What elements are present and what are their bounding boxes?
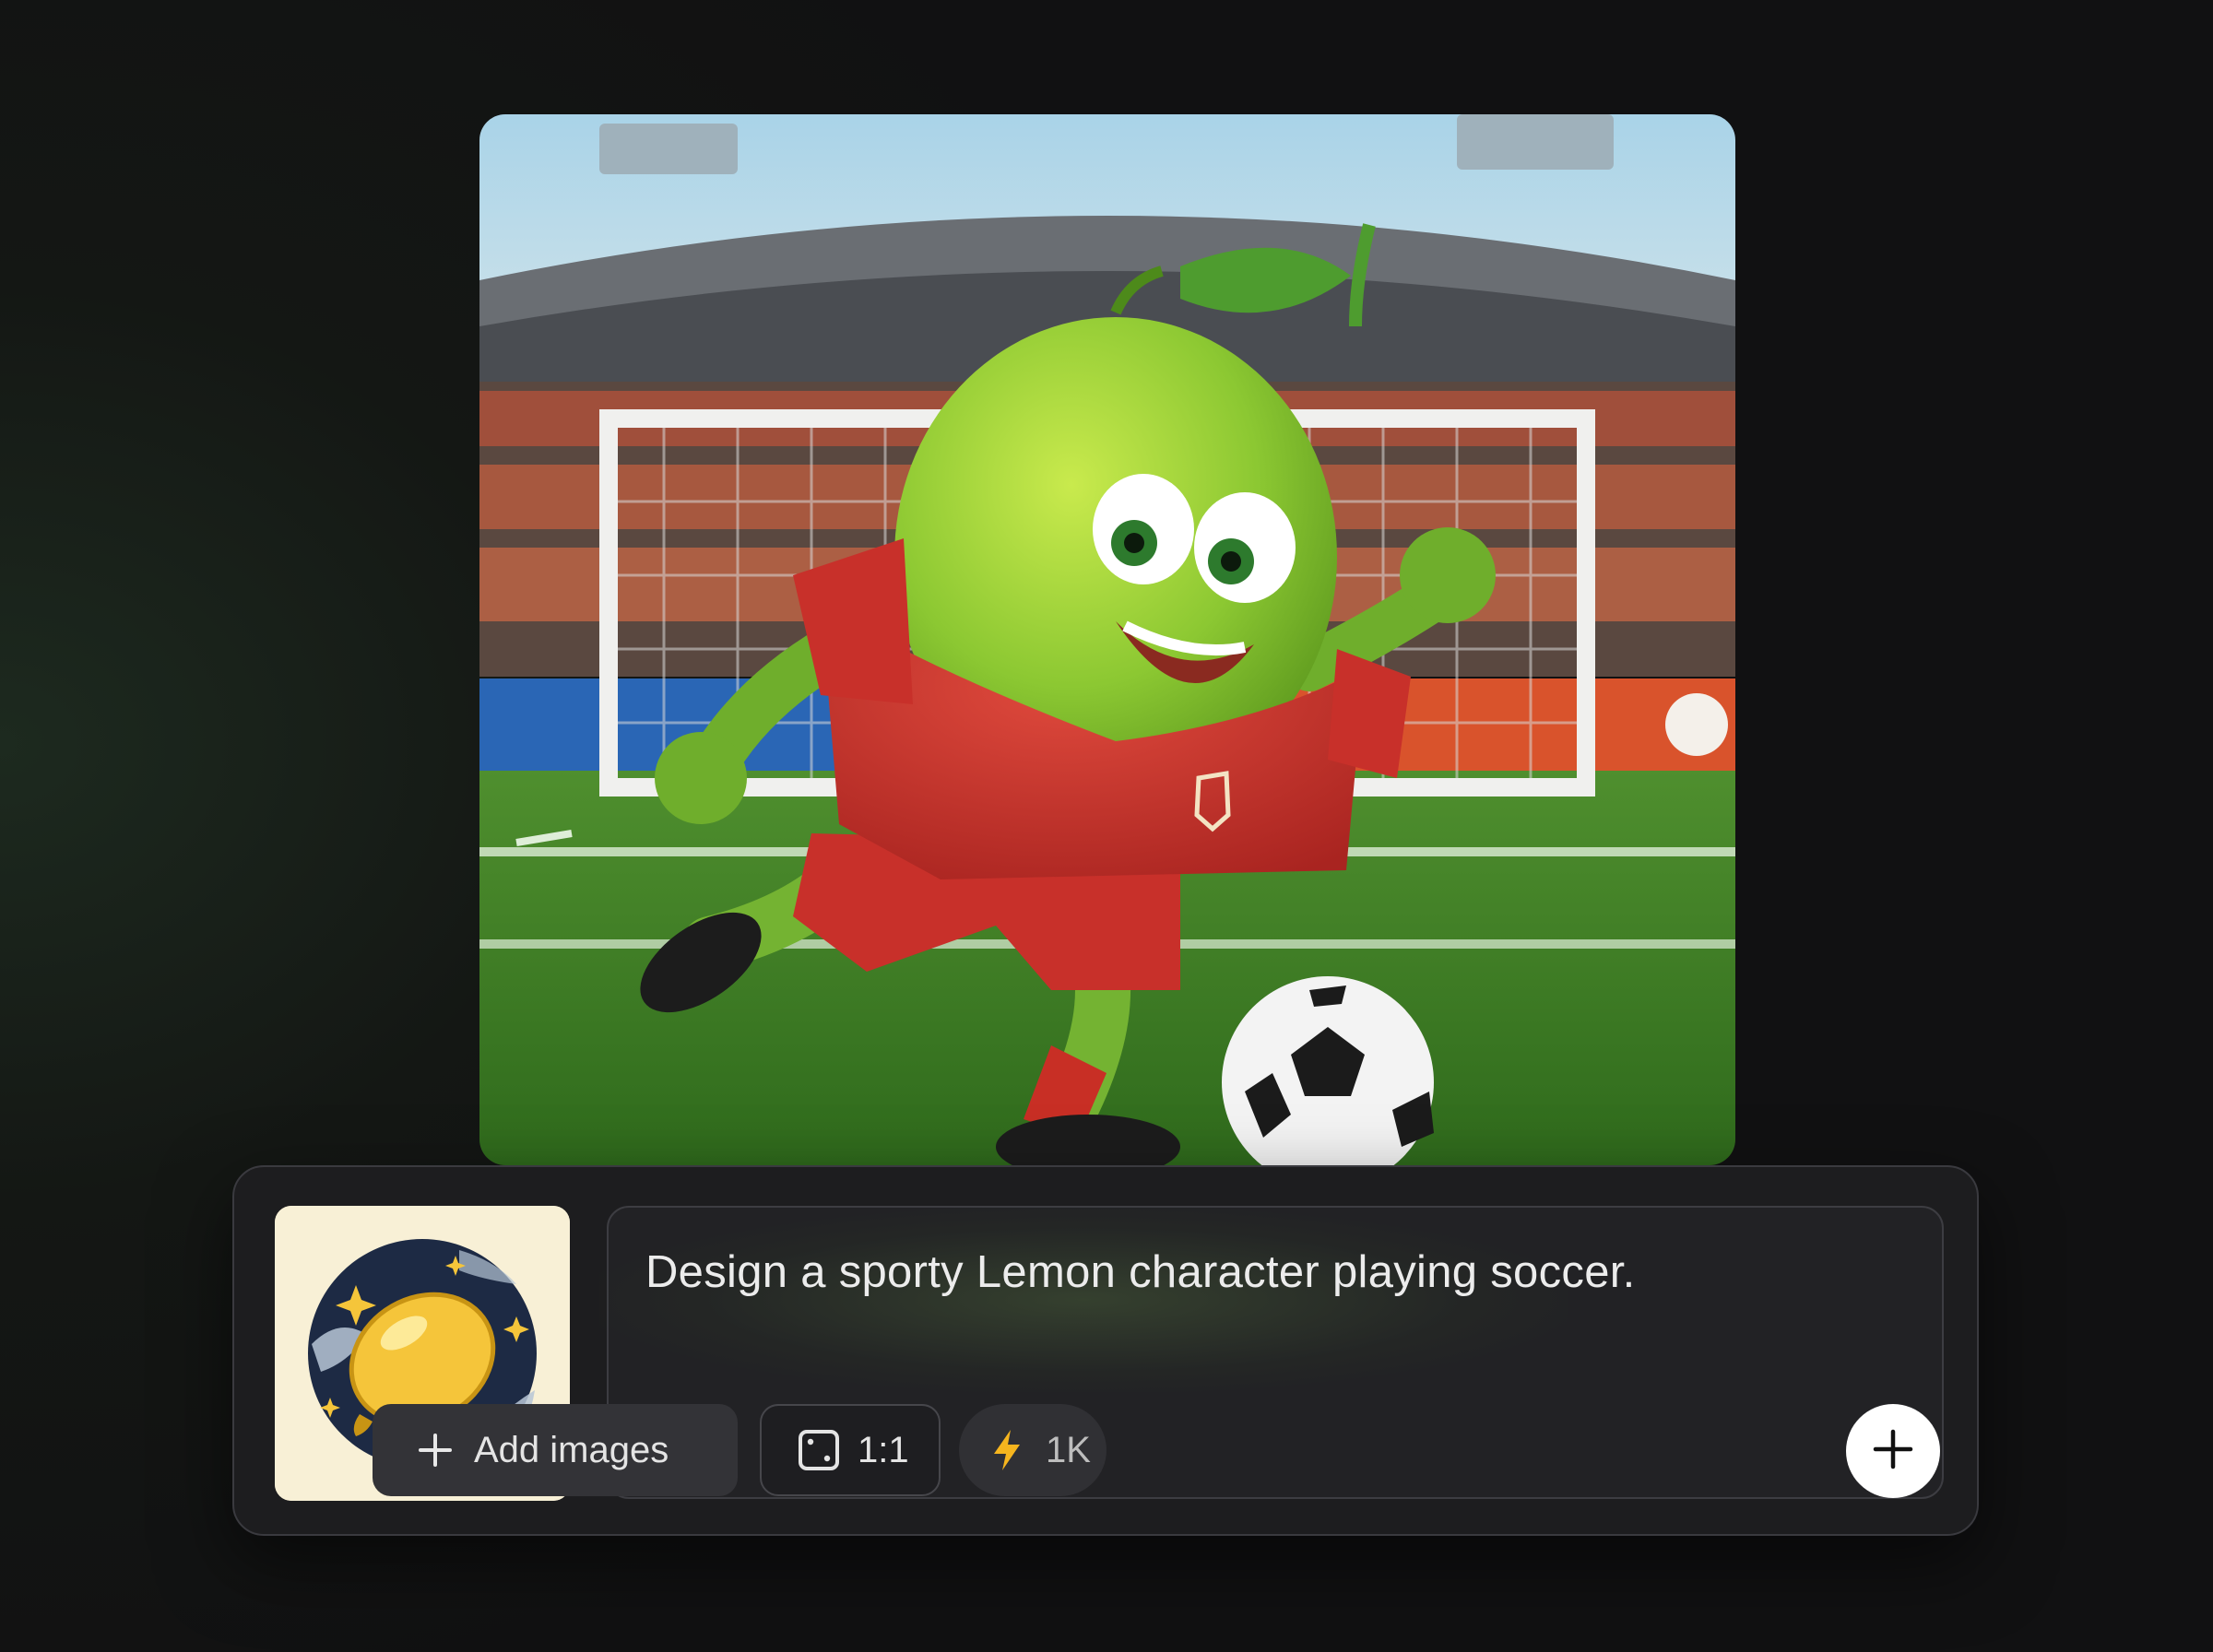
prompt-glow bbox=[599, 1208, 1568, 1392]
aspect-ratio-button[interactable]: 1:1 bbox=[760, 1404, 941, 1496]
generated-image[interactable] bbox=[479, 114, 1735, 1165]
add-images-label: Add images bbox=[474, 1429, 669, 1470]
lightning-icon bbox=[985, 1428, 1029, 1472]
aspect-ratio-label: 1:1 bbox=[858, 1429, 909, 1470]
send-button[interactable] bbox=[1846, 1404, 1940, 1498]
quality-label: 1K bbox=[1046, 1429, 1091, 1470]
lemon-soccer-illustration bbox=[479, 114, 1735, 1165]
add-images-button[interactable]: Add images bbox=[373, 1404, 738, 1496]
quality-button[interactable]: 1K bbox=[959, 1404, 1106, 1496]
plus-icon bbox=[1872, 1428, 1914, 1475]
prompt-text[interactable]: Design a sporty Lemon character playing … bbox=[645, 1245, 1899, 1300]
plus-icon bbox=[413, 1428, 457, 1472]
square-dots-icon bbox=[797, 1428, 841, 1472]
